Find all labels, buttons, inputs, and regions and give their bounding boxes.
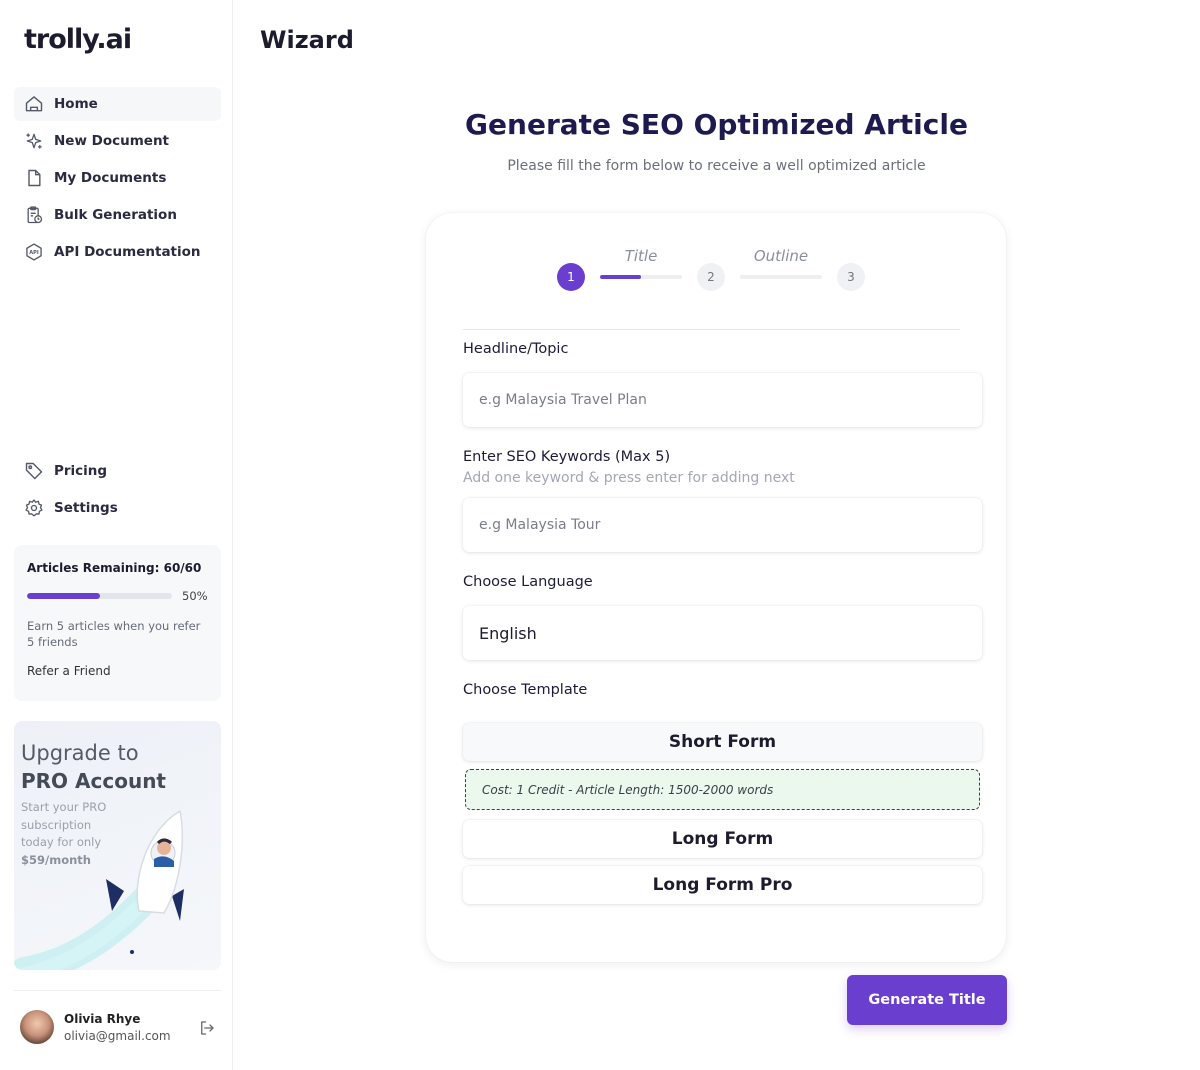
gear-icon: [24, 498, 44, 518]
refer-friend-link[interactable]: Refer a Friend: [27, 664, 208, 678]
avatar[interactable]: [20, 1010, 54, 1044]
headline-input[interactable]: [463, 373, 982, 427]
language-select[interactable]: English: [463, 606, 982, 660]
keywords-hint: Add one keyword & press enter for adding…: [463, 470, 795, 486]
sidebar-item-my-documents[interactable]: My Documents: [14, 161, 221, 195]
refer-description: Earn 5 articles when you refer 5 friends: [27, 619, 201, 649]
stepper-divider: [463, 329, 960, 330]
sidebar-item-pricing[interactable]: Pricing: [14, 454, 221, 488]
template-long-form-pro[interactable]: Long Form Pro: [463, 866, 982, 904]
svg-text:API: API: [29, 250, 39, 256]
step-outline-progress: [740, 275, 822, 279]
promo-line2: PRO Account: [21, 769, 166, 793]
sidebar-item-label: Home: [54, 96, 98, 112]
api-hexagon-icon: API: [24, 242, 44, 262]
sidebar-item-label: Bulk Generation: [54, 207, 177, 223]
sidebar-item-bulk-generation[interactable]: Bulk Generation: [14, 198, 221, 232]
sidebar-item-label: Settings: [54, 500, 118, 516]
user-email: olivia@gmail.com: [64, 1029, 171, 1043]
document-icon: [24, 168, 44, 188]
template-label: Choose Template: [463, 682, 588, 698]
sidebar-item-label: Pricing: [54, 463, 108, 479]
sidebar-bottom-nav: Pricing Settings: [14, 454, 221, 528]
tag-icon: [24, 461, 44, 481]
user-profile: Olivia Rhye olivia@gmail.com: [14, 990, 221, 1070]
credits-progress-bar: [27, 593, 172, 599]
home-icon: [24, 94, 44, 114]
template-short-form[interactable]: Short Form: [463, 723, 982, 761]
language-label: Choose Language: [463, 574, 593, 590]
rocket-illustration: [14, 809, 184, 970]
headline-label: Headline/Topic: [463, 341, 569, 357]
sidebar-nav: Home New Document My Documents Bulk Gene…: [14, 87, 221, 272]
sparkle-icon: [24, 131, 44, 151]
user-name: Olivia Rhye: [64, 1012, 141, 1026]
logout-icon[interactable]: [198, 1019, 216, 1037]
sidebar-item-label: My Documents: [54, 170, 167, 186]
sidebar-item-api-documentation[interactable]: API API Documentation: [14, 235, 221, 269]
language-value: English: [479, 623, 537, 643]
form-heading: Generate SEO Optimized Article: [465, 108, 968, 141]
form-subheading: Please fill the form below to receive a …: [507, 158, 926, 174]
step-3[interactable]: 3: [837, 263, 865, 291]
credits-card: Articles Remaining: 60/60 50% Earn 5 art…: [14, 545, 221, 701]
step-title-progress: [600, 275, 682, 279]
template-long-form[interactable]: Long Form: [463, 820, 982, 858]
wizard-card: 1 Title 2 Outline 3 Headline/Topic Enter…: [426, 213, 1006, 962]
sidebar: trolly.ai Home New Document My Documents…: [0, 0, 233, 1070]
upgrade-promo[interactable]: Upgrade to PRO Account Start your PRO su…: [14, 721, 221, 970]
trolly-logo[interactable]: trolly.ai: [24, 24, 132, 55]
credits-progress-fill: [27, 593, 100, 599]
sidebar-item-label: New Document: [54, 133, 170, 149]
sidebar-item-home[interactable]: Home: [14, 87, 221, 121]
keywords-label: Enter SEO Keywords (Max 5): [463, 449, 671, 465]
promo-line1: Upgrade to: [21, 741, 139, 765]
clipboard-clock-icon: [24, 205, 44, 225]
keywords-input[interactable]: [463, 498, 982, 552]
step-title-label: Title: [624, 247, 658, 265]
generate-title-button[interactable]: Generate Title: [847, 975, 1007, 1025]
wizard-stepper: 1 Title 2 Outline 3: [557, 247, 877, 295]
page-title: Wizard: [260, 26, 354, 54]
template-info: Cost: 1 Credit - Article Length: 1500-20…: [465, 769, 980, 810]
step-2[interactable]: 2: [697, 263, 725, 291]
sidebar-item-settings[interactable]: Settings: [14, 491, 221, 525]
credits-progress-label: 50%: [182, 589, 208, 603]
step-1[interactable]: 1: [557, 263, 585, 291]
sidebar-item-label: API Documentation: [54, 244, 201, 260]
step-title-progress-fill: [600, 275, 641, 279]
articles-remaining: Articles Remaining: 60/60: [27, 561, 202, 575]
step-outline-label: Outline: [753, 247, 809, 265]
sidebar-item-new-document[interactable]: New Document: [14, 124, 221, 158]
